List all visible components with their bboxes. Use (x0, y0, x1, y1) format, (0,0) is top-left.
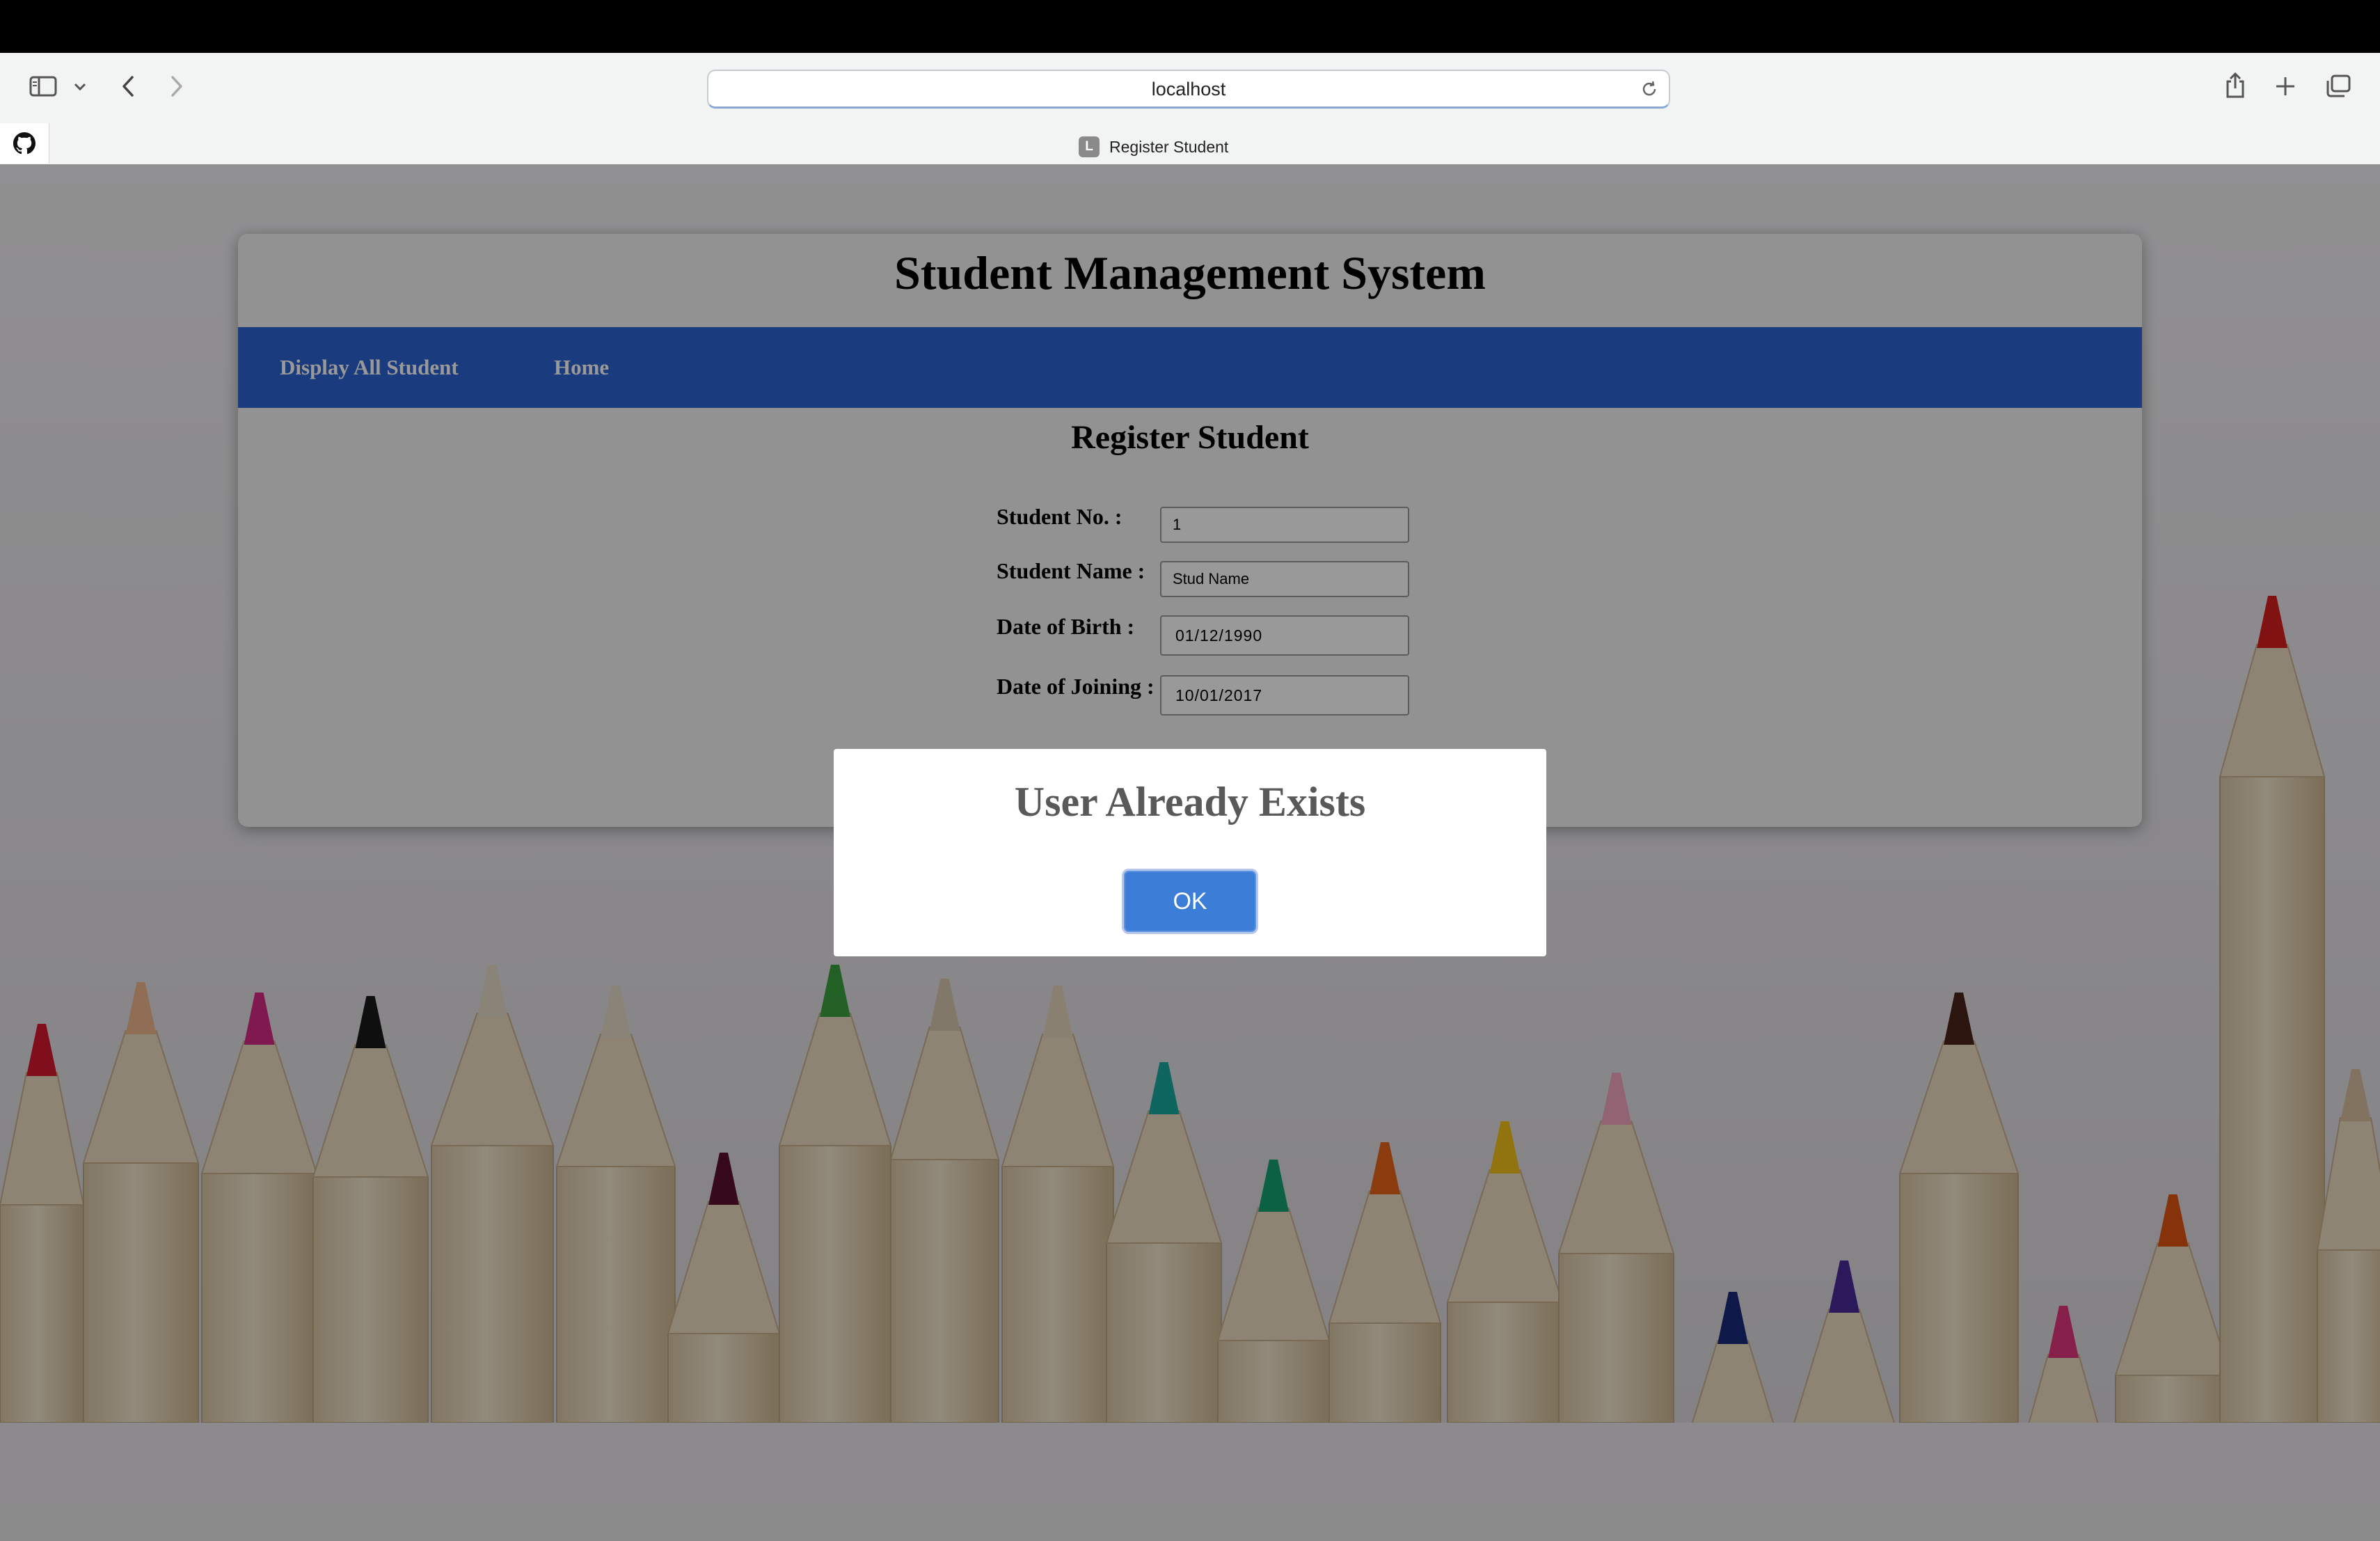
ok-button[interactable]: OK (1122, 869, 1258, 934)
github-icon (13, 132, 35, 155)
share-icon[interactable] (2221, 70, 2249, 102)
chevron-down-icon[interactable] (70, 78, 90, 96)
tab-overview-icon[interactable] (2323, 72, 2354, 100)
tab-register-student[interactable]: L Register Student (1079, 131, 1228, 163)
browser-toolbar: localhost L Register Student (0, 53, 2380, 165)
reload-icon[interactable] (1640, 79, 1659, 99)
dialog-message: User Already Exists (1014, 779, 1366, 825)
tab-title: Register Student (1109, 137, 1229, 156)
url-text[interactable]: localhost (708, 71, 1669, 107)
back-icon[interactable] (116, 72, 141, 100)
menu-bar (0, 0, 2380, 53)
sidebar-icon[interactable] (26, 74, 60, 99)
tab-favicon: L (1079, 136, 1100, 157)
forward-icon[interactable] (164, 72, 189, 100)
alert-dialog: User Already Exists OK (834, 749, 1546, 956)
pinned-tab-github[interactable] (0, 123, 49, 164)
address-bar[interactable]: localhost (707, 70, 1670, 109)
new-tab-icon[interactable] (2271, 72, 2299, 100)
